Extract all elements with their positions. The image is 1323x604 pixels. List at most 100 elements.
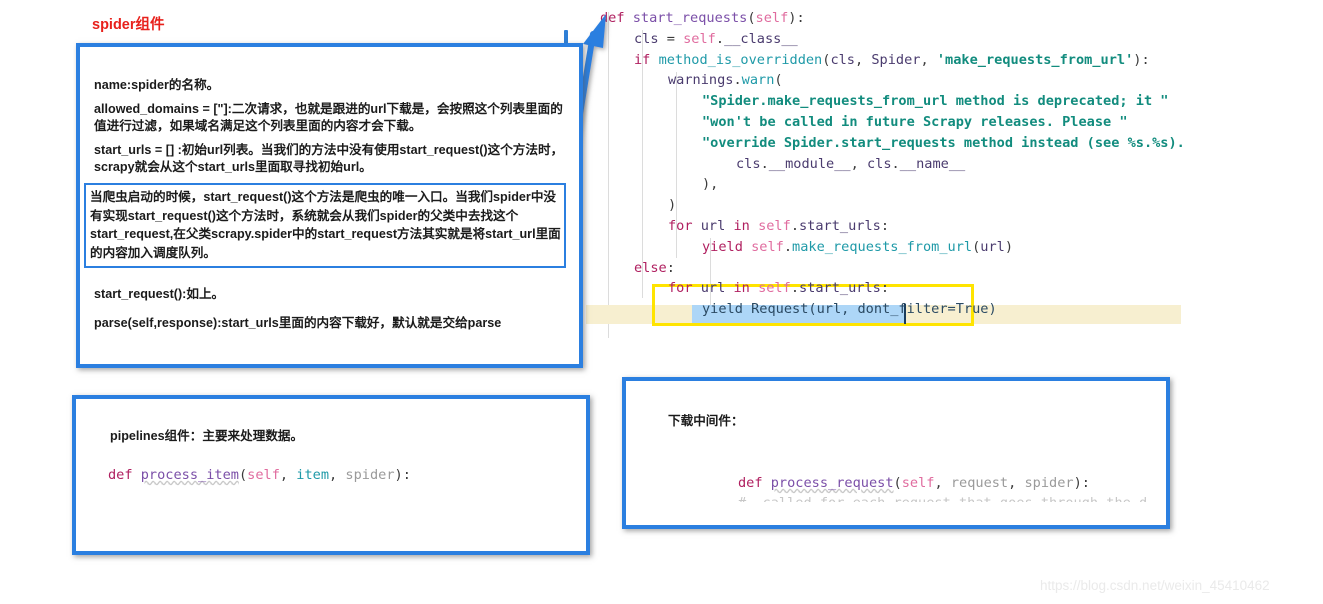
code-line[interactable]: yield Request(url, dont_filter=True) — [702, 299, 997, 320]
spider-highlighted-note-text: 当爬虫启动的时候，start_request()这个方法是爬虫的唯一入口。当我们… — [90, 190, 561, 260]
code-token-pl: ( — [747, 10, 756, 26]
code-token-pl: . — [760, 155, 769, 172]
code-token-pl: , — [920, 51, 937, 68]
spider-allowed-domains-line: allowed_domains = ["]:二次请求，也就是跟进的url下载是，… — [94, 102, 563, 133]
code-line[interactable]: if method_is_overridden(cls, Spider, 'ma… — [634, 50, 1150, 71]
code-token-pl: = — [658, 30, 684, 47]
code-token-fn: start_requests — [632, 10, 748, 26]
code-token-pl: ), — [702, 176, 719, 193]
cut-off-text: # called for each request that goes thro… — [738, 495, 1148, 502]
spider-start-urls-line: start_urls = [] :初始url列表。当我们的方法中没有使用star… — [94, 143, 564, 174]
code-line[interactable]: else: — [634, 258, 675, 279]
code-token-id: start_urls — [799, 218, 881, 234]
code-token-self: self — [758, 280, 791, 297]
csdn-watermark: https://blog.csdn.net/weixin_45410462 — [1040, 578, 1270, 593]
code-token-k: for — [668, 218, 693, 234]
code-token-pl: : — [666, 259, 675, 276]
downloader-cut-off-code-line: # called for each request that goes thro… — [738, 495, 1148, 502]
code-token-id: __class__ — [724, 30, 798, 47]
code-punct: ( — [238, 467, 248, 483]
spider-start-request-line: start_request():如上。 — [94, 287, 225, 301]
code-editor-pane[interactable]: def start_requests(self): cls = self.__cl… — [560, 0, 1323, 340]
code-token-call: make_requests_from_url — [792, 238, 973, 255]
code-line[interactable]: yield self.make_requests_from_url(url) — [702, 237, 1013, 258]
code-token-pl: ( — [774, 72, 783, 89]
code-punct: ): — [1073, 475, 1090, 491]
code-token-pl: . — [790, 280, 799, 297]
code-punct: , — [279, 467, 297, 483]
code-token-pl: ) — [668, 197, 677, 214]
code-token-pl: , — [855, 51, 872, 68]
code-line[interactable]: "won't be called in future Scrapy releas… — [702, 112, 1128, 133]
code-token-sel: yield Request(url, dont_filter=True) — [702, 301, 997, 318]
code-token-id: __module__ — [768, 155, 851, 172]
code-punct: , — [934, 475, 951, 491]
spider-parse-line: parse(self,response):start_urls里面的内容下载好，… — [94, 316, 502, 330]
code-line[interactable]: def start_requests(self): — [600, 8, 805, 29]
pipelines-heading: pipelines组件：主要来处理数据。 — [110, 429, 304, 443]
code-token-pl: ): — [788, 10, 805, 26]
code-token-str: "won't be called in future Scrapy releas… — [702, 114, 1128, 130]
code-token-pl: : — [880, 218, 890, 234]
code-line[interactable]: for url in self.start_urls: — [668, 278, 889, 299]
code-token-self: self — [683, 30, 716, 47]
code-token-k: yield — [702, 238, 743, 255]
code-line[interactable]: for url in self.start_urls: — [668, 216, 889, 237]
code-token-self: self — [755, 10, 789, 26]
code-token-call: warn — [741, 72, 775, 89]
downloader-middleware-callout-box: 下载中间件： def process_request(self, request… — [622, 377, 1170, 529]
code-token-str: 'make_requests_from_url' — [936, 51, 1134, 68]
code-token-id: cls — [634, 30, 659, 47]
code-token-id: start_urls — [799, 280, 881, 297]
code-arg-spider: spider — [1024, 475, 1074, 491]
code-keyword: def — [108, 467, 133, 483]
code-arg-request: request — [950, 475, 1009, 491]
code-function-name: process_item — [140, 467, 239, 483]
code-token-id: __name__ — [899, 155, 966, 172]
spider-callout-box: name:spider的名称。 allowed_domains = ["]:二次… — [76, 43, 583, 368]
code-function-name: process_request — [770, 475, 894, 491]
code-line[interactable]: cls.__module__, cls.__name__ — [736, 154, 965, 175]
code-token-str: "override Spider.start_requests method i… — [702, 134, 1185, 151]
code-token-id: cls — [736, 155, 761, 172]
code-token-self: self — [758, 218, 791, 234]
code-token-id: cls — [830, 51, 855, 68]
code-arg-spider: spider — [345, 467, 395, 483]
screenshot-canvas: spider组件 def start_requests(self): cls = … — [0, 0, 1323, 604]
code-token-k: if — [634, 51, 651, 68]
code-arg-self: self — [247, 467, 280, 483]
code-line[interactable]: ), — [702, 174, 718, 195]
code-line[interactable]: "Spider.make_requests_from_url method is… — [702, 91, 1169, 112]
pipelines-code-line: def process_item(self, item, spider): — [108, 465, 411, 486]
code-keyword: def — [738, 475, 763, 491]
code-token-id: Spider — [871, 51, 921, 68]
code-line[interactable]: cls = self.__class__ — [634, 29, 798, 50]
code-line[interactable]: warnings.warn( — [668, 70, 783, 91]
code-punct: , — [1008, 475, 1025, 491]
pipelines-callout-box: pipelines组件：主要来处理数据。 def process_item(se… — [72, 395, 590, 555]
code-token-pl: , — [850, 155, 867, 172]
code-token-pl: : — [880, 280, 890, 297]
code-token-call: method_is_overridden — [658, 51, 823, 68]
code-token-pl: ): — [1133, 51, 1150, 68]
code-token-id: url — [980, 238, 1005, 255]
code-token-id: url — [700, 218, 726, 234]
code-punct: ( — [893, 475, 902, 491]
code-token-id: cls — [866, 155, 892, 172]
code-token-id: url — [700, 280, 726, 297]
code-punct: ): — [394, 467, 411, 483]
code-token-k: for — [668, 280, 693, 297]
code-token-k: in — [733, 280, 750, 297]
code-line[interactable]: ) — [668, 195, 676, 216]
code-line[interactable]: "override Spider.start_requests method i… — [702, 133, 1185, 154]
spider-name-line: name:spider的名称。 — [94, 78, 220, 92]
